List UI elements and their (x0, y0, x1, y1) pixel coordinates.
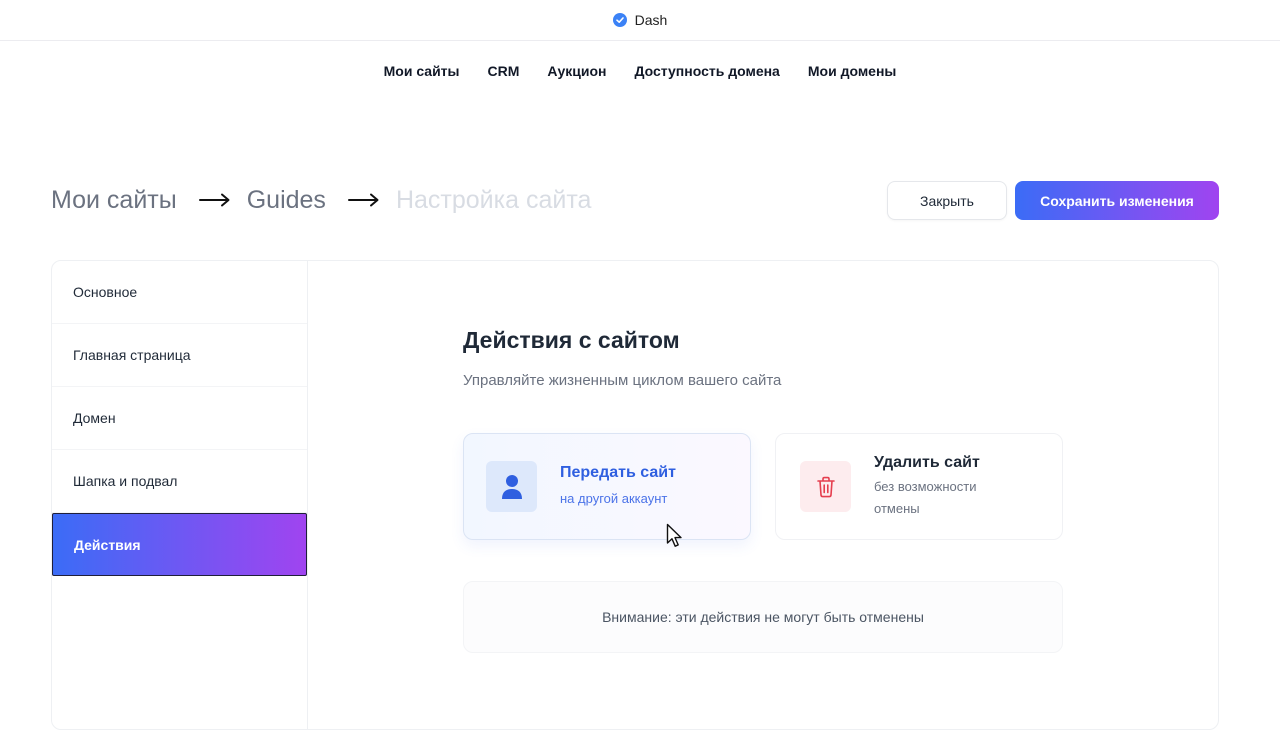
transfer-site-card[interactable]: Передать сайт на другой аккаунт (463, 433, 751, 540)
sidebar-item-actions[interactable]: Действия (52, 513, 307, 576)
transfer-site-text: Передать сайт на другой аккаунт (560, 464, 676, 510)
arrow-right-icon (347, 193, 379, 207)
section-subtitle: Управляйте жизненным циклом вашего сайта (463, 372, 782, 389)
delete-site-desc: без возможности отмены (874, 478, 977, 516)
sidebar-item-header-footer[interactable]: Шапка и подвал (52, 450, 307, 513)
breadcrumb-guides[interactable]: Guides (247, 186, 326, 215)
transfer-site-title: Передать сайт (560, 463, 676, 481)
breadcrumb-my-sites[interactable]: Мои сайты (51, 186, 177, 215)
delete-site-title: Удалить сайт (874, 453, 980, 471)
breadcrumb: Мои сайты Guides Настройка сайта (51, 180, 591, 220)
user-icon (486, 461, 537, 512)
top-bar: Dash (0, 0, 1280, 41)
close-button[interactable]: Закрыть (887, 181, 1007, 220)
settings-panel: Основное Главная страница Домен Шапка и … (51, 260, 1219, 730)
brand[interactable]: Dash (612, 12, 668, 28)
trash-icon (800, 461, 851, 512)
delete-site-card[interactable]: Удалить сайт без возможности отмены (775, 433, 1063, 540)
check-circle-icon (612, 13, 627, 27)
breadcrumb-site-settings: Настройка сайта (395, 185, 592, 214)
section-title: Действия с сайтом (463, 327, 680, 353)
nav-my-sites[interactable]: Мои сайты (384, 63, 460, 79)
nav-my-domains[interactable]: Мои домены (808, 63, 897, 79)
settings-sidebar: Основное Главная страница Домен Шапка и … (52, 261, 308, 729)
main-nav: Мои сайты CRM Аукцион Доступность домена… (0, 41, 1280, 101)
brand-name: Dash (634, 12, 668, 28)
delete-site-text: Удалить сайт без возможности отмены (874, 454, 1024, 520)
arrow-right-icon (198, 193, 230, 207)
sidebar-item-domain[interactable]: Домен (52, 387, 307, 450)
nav-auction[interactable]: Аукцион (547, 63, 606, 79)
sidebar-item-general[interactable]: Основное (52, 261, 307, 324)
sidebar-item-home-page[interactable]: Главная страница (52, 324, 307, 387)
nav-domain-availability[interactable]: Доступность домена (635, 63, 780, 79)
nav-crm[interactable]: CRM (487, 63, 519, 79)
transfer-site-desc: на другой аккаунт (560, 490, 668, 506)
save-changes-button[interactable]: Сохранить изменения (1015, 181, 1219, 220)
warning-notice: Внимание: эти действия не могут быть отм… (463, 581, 1063, 653)
